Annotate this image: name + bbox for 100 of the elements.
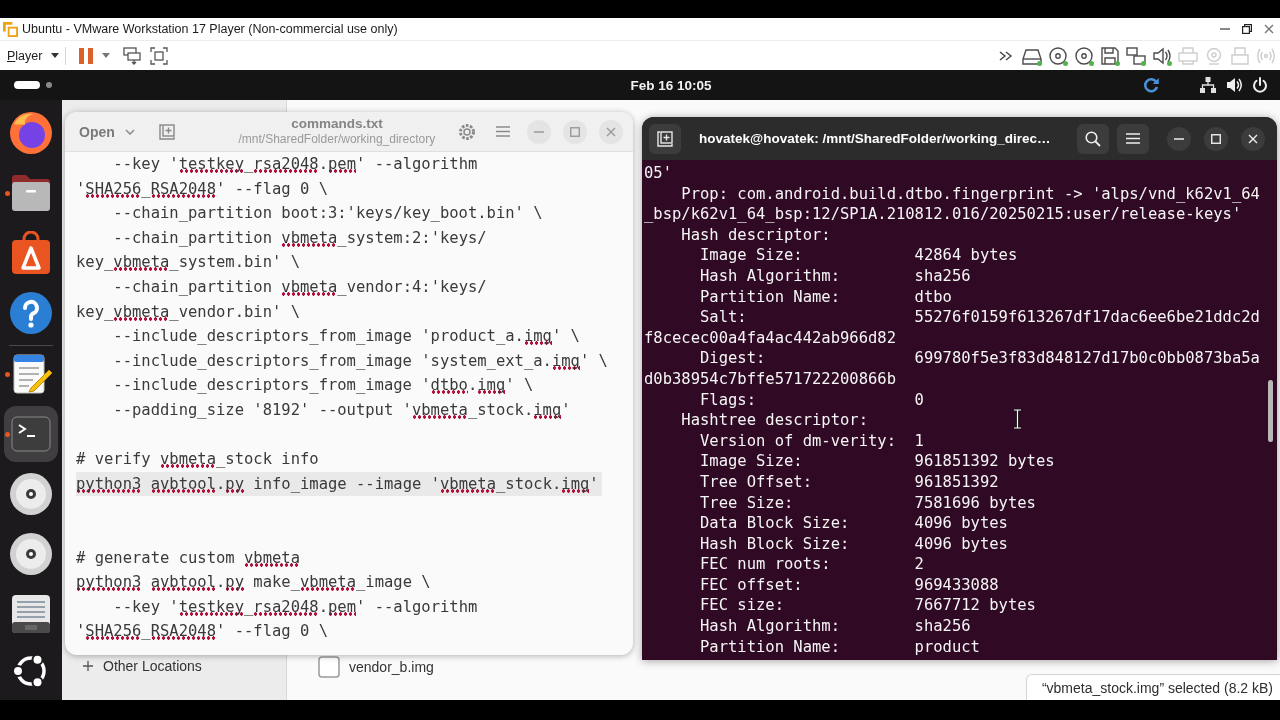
code-line: --padding_size '8192' --output 'vbmeta_stock.img' (112, 399, 571, 421)
menu-button[interactable] (1117, 123, 1149, 154)
terminal-line: Hash Block Size: 4096 bytes (699, 533, 1008, 555)
app-logo-icon (3, 21, 18, 37)
help-icon (9, 291, 53, 335)
search-button[interactable] (1077, 123, 1109, 154)
menu-icon (496, 126, 510, 137)
terminal-line: FEC offset: 969433088 (699, 574, 999, 596)
close-icon (1248, 133, 1258, 144)
terminal-line: d0b38954c7bffe571722200866b (644, 368, 896, 390)
status-dot-icon (1089, 60, 1094, 66)
close-icon (1264, 24, 1274, 34)
terminal-line: Image Size: 42864 bytes (699, 245, 1018, 266)
terminal-line: Hash descriptor: (680, 224, 831, 246)
new-tab-icon (158, 123, 175, 140)
double-chevron-icon (999, 50, 1013, 61)
maximize-icon (570, 126, 580, 137)
code-line: --chain_partition vbmeta_vendor:4:'keys/ (112, 276, 487, 298)
search-icon (1085, 130, 1101, 147)
status-dot-icon (1141, 60, 1146, 66)
network-icon[interactable] (1200, 77, 1216, 93)
plus-icon (83, 661, 93, 671)
code-line: 'SHA256_RSA2048' --flag 0 \ (76, 178, 328, 200)
terminal-line: Image Size: 961851392 bytes (699, 451, 1055, 472)
terminal-line: Data Block Size: 4096 bytes (699, 513, 1008, 534)
refresh-icon[interactable] (1143, 77, 1159, 93)
code-line: --chain_partition boot:3:'keys/key_boot.bin' \ (112, 203, 543, 225)
terminal-line: Partition Name: product (699, 636, 980, 658)
code-line: --key 'testkey_rsa2048.pem' --algorithm (112, 154, 478, 175)
terminal-line: Partition Name: dtbo (699, 286, 952, 308)
code-line: python3 avbtool.py make_vbmeta_image \ (76, 572, 431, 594)
window-title: commands.txt (291, 116, 383, 133)
terminal-line: Hashtree descriptor: (680, 410, 868, 431)
gear-icon (458, 122, 476, 141)
terminal-line: Tree Offset: 961851392 (699, 471, 999, 493)
code-line: --chain_partition vbmeta_system:2:'keys/ (112, 227, 487, 249)
code-line: key_vbmeta_system.bin' \ (76, 252, 300, 274)
minimize-button[interactable] (1167, 126, 1191, 151)
terminal-line: Hash Algorithm: sha256 (699, 616, 971, 637)
terminal-line: f8cecec00a4fa4ac442ab966d82 (644, 327, 896, 349)
terminal-line: Digest: 699780f5e3f83d848127d17b0c0bb0873ba5a (699, 348, 1260, 369)
new-tab-icon (657, 130, 673, 147)
chevron-down-icon (124, 128, 135, 135)
file-item[interactable]: vendor_b.img (318, 656, 434, 678)
close-button[interactable] (1241, 126, 1265, 151)
caret-icon (102, 53, 111, 58)
terminal-line: Salt: 55276f0159f613267df17dac6ee6be21ddc2d (699, 307, 1260, 328)
fullscreen-icon (150, 46, 169, 65)
window-subtitle: /mnt/SharedFolder/working_directory (238, 132, 436, 147)
status-dot-icon (1063, 60, 1068, 66)
code-line: # generate custom vbmeta (76, 547, 300, 569)
minimize-icon (1220, 28, 1230, 30)
scrollbar-thumb[interactable] (1268, 380, 1273, 442)
disc-icon (9, 472, 53, 516)
terminal-line: Tree Size: 7581696 bytes (699, 492, 1036, 514)
code-line: --include_descriptors_from_image 'product_a.img' \ (112, 326, 580, 348)
drive-icon (9, 592, 53, 636)
code-line: --include_descriptors_from_image 'system_ext_a.img' \ (112, 350, 608, 372)
sidebar-item[interactable]: Other Locations (62, 654, 286, 678)
caret-icon (51, 53, 60, 58)
terminal-line: _bsp/k62v1_64_bsp:12/SP1A.210812.016/20250215:user/release-keys' (644, 204, 1242, 225)
volume-icon[interactable] (1226, 77, 1242, 93)
minimize-icon (1174, 137, 1184, 140)
close-icon (606, 126, 616, 137)
workspace-indicator[interactable] (46, 82, 52, 88)
terminal-line: Version of dm-verity: 1 (699, 430, 924, 452)
globe-icon (9, 111, 53, 155)
text-cursor-icon (1013, 409, 1022, 429)
code-line: 'SHA256_RSA2048' --flag 0 \ (76, 621, 328, 643)
minimize-icon (534, 130, 544, 133)
player-menu-button[interactable]: Player (3, 42, 64, 69)
code-line: # verify vbmeta_stock info (76, 449, 319, 471)
disc-icon (9, 532, 53, 576)
monitor-arrow-icon (123, 46, 142, 65)
code-line: key_vbmeta_vendor.bin' \ (76, 301, 300, 323)
open-button[interactable]: Open (71, 116, 143, 147)
workspace-indicator[interactable] (14, 81, 40, 89)
code-line: --include_descriptors_from_image 'dtbo.img' \ (112, 375, 534, 397)
new-tab-button[interactable] (649, 123, 681, 154)
terminal-line: Hash Algorithm: sha256 (699, 265, 971, 287)
status-dot-icon (1115, 60, 1120, 66)
pause-icon (79, 47, 94, 64)
window-title: hovatek@hovatek: /mnt/SharedFolder/working_direc… (699, 131, 1052, 146)
menu-icon (1126, 133, 1140, 144)
status-message: “vbmeta_stock.img” selected (8.2 kB) (1025, 674, 1280, 700)
status-dot-icon (1167, 60, 1172, 66)
clock[interactable]: Feb 16 10:05 (630, 77, 712, 93)
power-icon[interactable] (1252, 77, 1268, 93)
terminal-line: Prop: com.android.build.dtbo.fingerprint -> 'alps/vnd_k62v1_64 (680, 183, 1260, 205)
maximize-icon (1211, 133, 1221, 144)
status-dot-icon (1037, 60, 1042, 66)
terminal-line: FEC size: 7667712 bytes (699, 595, 1036, 617)
terminal-line: FEC num roots: 2 (699, 554, 924, 575)
code-line: --key 'testkey_rsa2048.pem' --algorithm (112, 596, 478, 618)
terminal-line: Flags: 0 (699, 389, 924, 411)
shopping-bag-icon (9, 231, 53, 275)
restore-icon (1242, 24, 1252, 34)
terminal-line: 05' (644, 163, 672, 184)
maximize-button[interactable] (1204, 126, 1228, 151)
window-title: Ubuntu - VMware Workstation 17 Player (Non-commercial use only) (22, 22, 398, 36)
